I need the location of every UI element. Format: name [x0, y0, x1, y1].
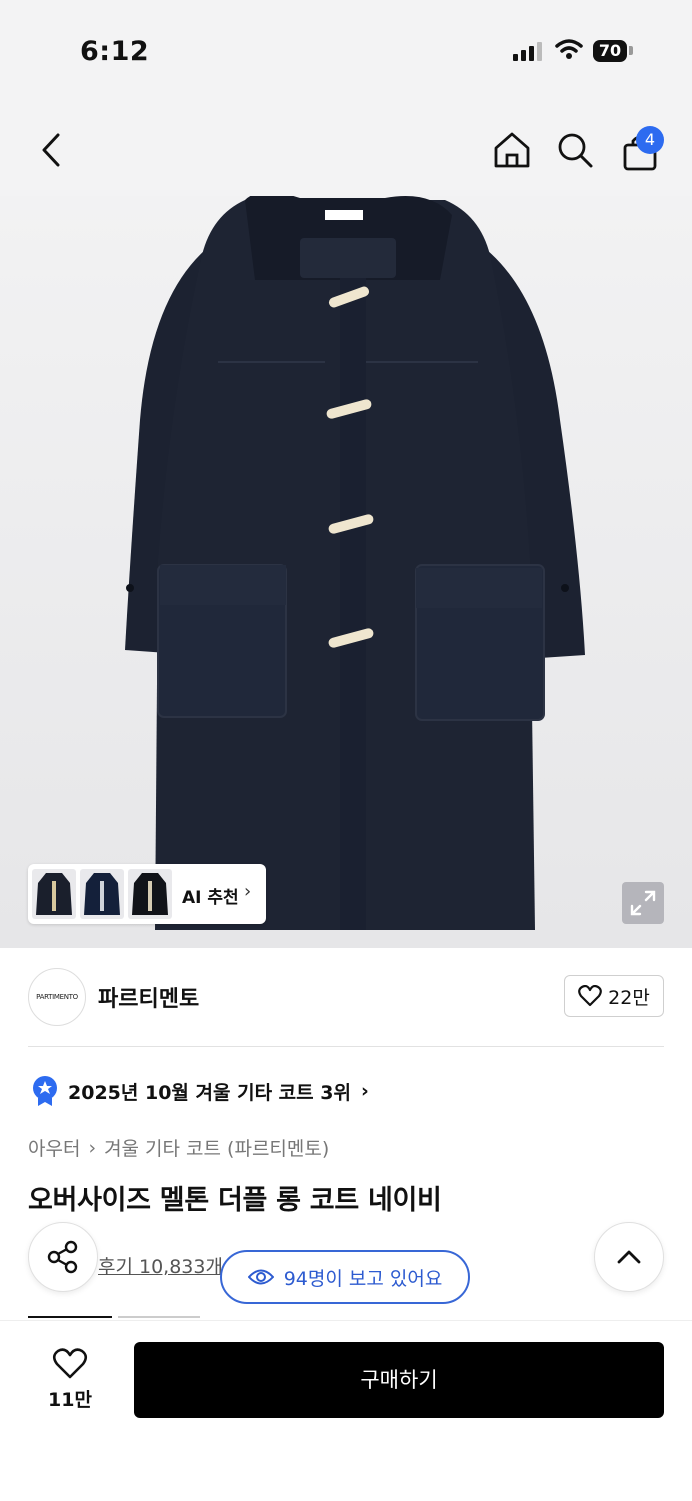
divider — [28, 1046, 664, 1047]
breadcrumb-separator-icon: › — [88, 1136, 97, 1159]
brand-name[interactable]: 파르티멘토 — [98, 981, 199, 1013]
eye-icon — [247, 1269, 274, 1285]
brand-like-count: 22만 — [608, 986, 650, 1009]
wifi-icon — [555, 39, 583, 59]
product-image[interactable] — [0, 196, 692, 948]
wishlist-count: 11만 — [48, 1389, 92, 1411]
brand-logo[interactable]: PARTIMENTO — [28, 968, 86, 1026]
breadcrumb-category[interactable]: 아우터 — [28, 1134, 80, 1161]
live-viewers-text: 94명이 보고 있어요 — [283, 1267, 443, 1290]
expand-icon[interactable] — [622, 882, 664, 924]
chevron-right-icon: › — [360, 1080, 369, 1102]
scroll-top-button[interactable] — [594, 1222, 664, 1292]
chevron-right-icon: › — [244, 881, 252, 902]
review-count-link[interactable]: 후기 10,833개 — [98, 1252, 223, 1279]
top-nav — [0, 100, 692, 196]
ranking-link[interactable]: 2025년 10월 겨울 기타 코트 3위 › — [32, 1076, 369, 1106]
brand-like-button[interactable]: 22만 — [564, 975, 664, 1017]
ai-recommend-chip[interactable]: AI 추천 › — [28, 864, 266, 924]
battery-tip — [629, 46, 633, 55]
recommend-thumb-1[interactable] — [32, 869, 76, 919]
search-icon[interactable] — [553, 128, 597, 172]
live-viewers-pill: 94명이 보고 있어요 — [220, 1250, 470, 1304]
ai-recommend-label: AI 추천 — [182, 888, 239, 908]
breadcrumb-subcategory[interactable]: 겨울 기타 코트 (파르티멘토) — [104, 1134, 329, 1161]
back-icon[interactable] — [34, 130, 68, 170]
breadcrumb: 아우터 › 겨울 기타 코트 (파르티멘토) — [28, 1134, 329, 1161]
battery-level: 70 — [593, 40, 627, 62]
rank-badge-icon — [33, 1076, 57, 1106]
home-icon[interactable] — [490, 128, 534, 172]
signal-icon — [513, 42, 542, 61]
buy-button[interactable]: 구매하기 — [134, 1342, 664, 1418]
status-time: 6:12 — [80, 36, 150, 67]
heart-icon — [578, 985, 603, 1007]
status-bar: 6:12 70 — [0, 0, 692, 100]
cart-badge: 4 — [636, 126, 664, 154]
product-title: 오버사이즈 멜톤 더플 롱 코트 네이비 — [28, 1185, 442, 1216]
wishlist-heart-icon[interactable] — [50, 1346, 90, 1382]
share-icon — [47, 1240, 78, 1274]
chevron-up-icon — [617, 1250, 641, 1264]
share-button[interactable] — [28, 1222, 98, 1292]
coat-illustration — [125, 196, 585, 930]
ranking-text: 2025년 10월 겨울 기타 코트 3위 — [68, 1081, 351, 1104]
recommend-thumb-2[interactable] — [80, 869, 124, 919]
recommend-thumb-3[interactable] — [128, 869, 172, 919]
